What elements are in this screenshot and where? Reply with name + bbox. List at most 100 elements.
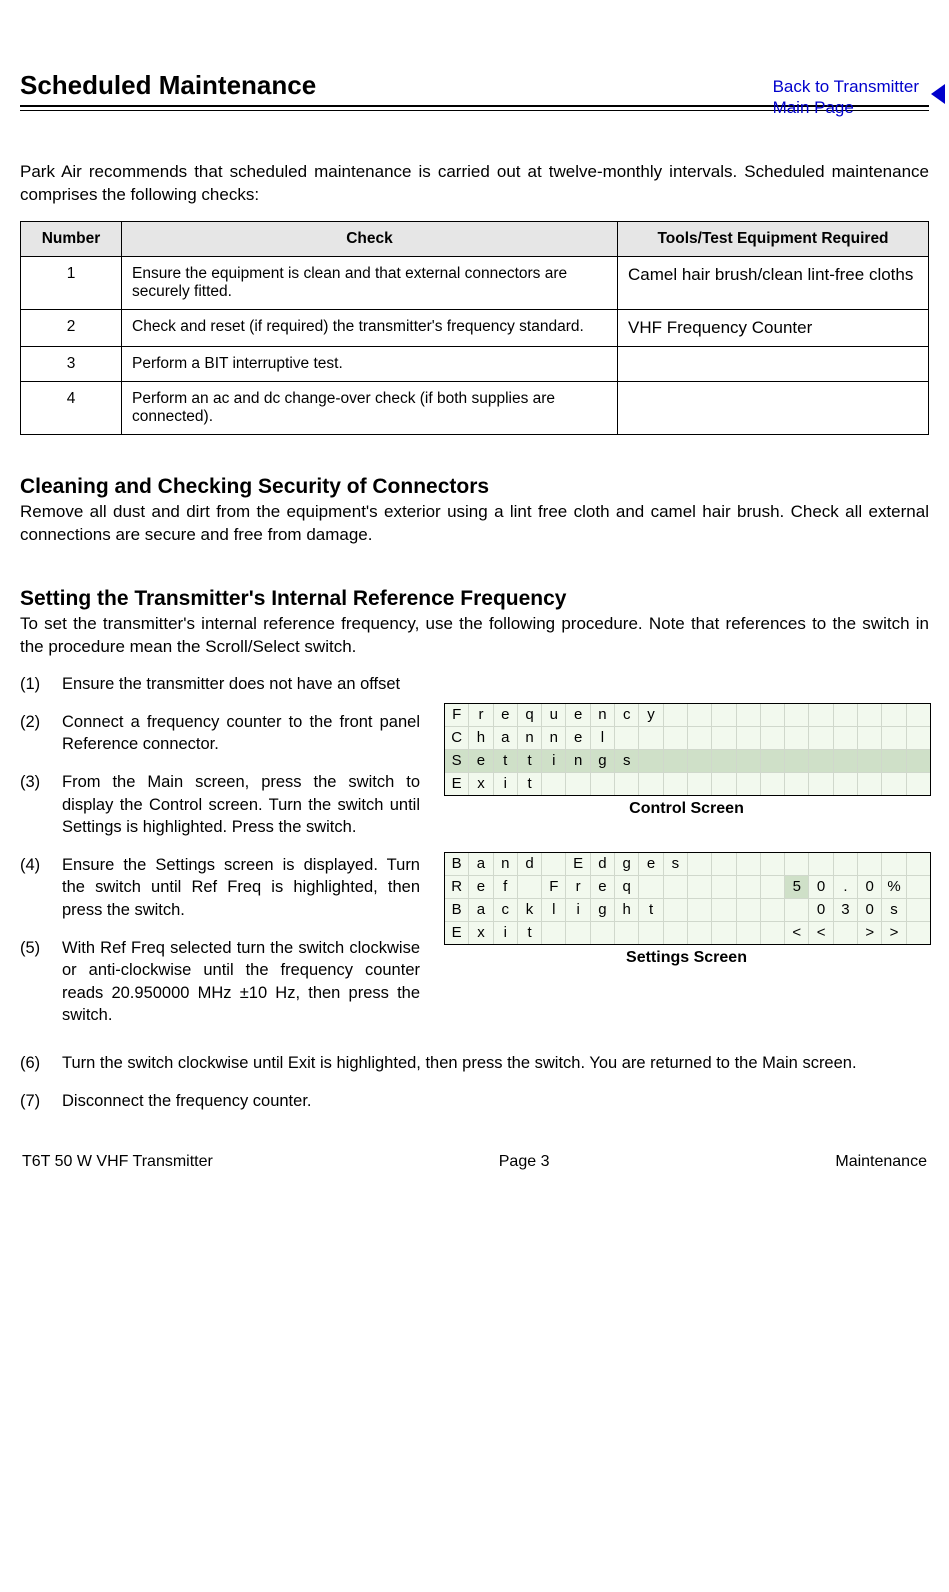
footer-right: Maintenance [835,1153,927,1171]
lcd-cell [737,899,761,921]
lcd-cell [809,853,833,875]
control-screen-label: Control Screen [444,800,929,818]
lcd-cell [809,704,833,726]
lcd-cell: c [615,704,639,726]
step-text: Turn the switch clockwise until Exit is … [62,1052,929,1074]
lcd-cell: E [445,773,469,795]
cell-number: 3 [21,346,122,381]
body-freq: To set the transmitter's internal refere… [20,613,929,659]
maintenance-table: Number Check Tools/Test Equipment Requir… [20,221,929,435]
step-text: Disconnect the frequency counter. [62,1090,929,1112]
lcd-cell: i [542,750,566,772]
lcd-cell: 0 [809,876,833,898]
lcd-cell [907,704,930,726]
lcd-cell: E [566,853,590,875]
lcd-cell [518,876,542,898]
lcd-cell [737,750,761,772]
lcd-cell: i [494,922,518,944]
lcd-cell [712,750,736,772]
lcd-cell: e [566,727,590,749]
lcd-cell [688,853,712,875]
cell-number: 1 [21,256,122,309]
footer-center: Page 3 [499,1153,550,1171]
lcd-row: RefFreq50.0% [445,876,930,899]
lcd-cell: s [615,750,639,772]
lcd-cell [712,876,736,898]
lcd-cell [566,773,590,795]
lcd-cell: n [542,727,566,749]
lcd-cell: n [518,727,542,749]
body-cleaning: Remove all dust and dirt from the equipm… [20,501,929,547]
lcd-cell: h [469,727,493,749]
procedure-steps-left: (1)Ensure the transmitter does not have … [20,673,420,1042]
lcd-cell: e [469,876,493,898]
lcd-cell [664,922,688,944]
lcd-cell: t [494,750,518,772]
lcd-cell [639,750,663,772]
lcd-cell [882,773,906,795]
lcd-cell [737,704,761,726]
cell-check: Check and reset (if required) the transm… [122,309,618,346]
lcd-cell: n [494,853,518,875]
lcd-cell [809,727,833,749]
lcd-cell: F [542,876,566,898]
lcd-cell: n [591,704,615,726]
lcd-cell [907,773,930,795]
cell-tools [618,346,929,381]
lcd-cell [785,727,809,749]
cell-check: Ensure the equipment is clean and that e… [122,256,618,309]
lcd-cell: i [494,773,518,795]
lcd-cell [712,704,736,726]
step-number: (7) [20,1090,62,1112]
lcd-cell [591,922,615,944]
lcd-cell: 0 [858,899,882,921]
lcd-cell [785,773,809,795]
lcd-cell: 5 [785,876,809,898]
lcd-cell [809,773,833,795]
step-text: From the Main screen, press the switch t… [62,771,420,838]
lcd-cell: r [469,704,493,726]
lcd-cell: x [469,773,493,795]
lcd-cell: % [882,876,906,898]
lcd-cell [882,853,906,875]
lcd-row: Backlight030s [445,899,930,922]
lcd-cell [615,727,639,749]
lcd-cell [882,727,906,749]
lcd-cell: < [785,922,809,944]
lcd-cell [761,899,785,921]
lcd-cell: g [591,750,615,772]
procedure-steps-full: (6)Turn the switch clockwise until Exit … [20,1052,929,1113]
lcd-cell: u [542,704,566,726]
back-link-line2: Main Page [773,98,854,117]
step-number: (4) [20,854,62,921]
lcd-cell: d [591,853,615,875]
lcd-cell: t [518,750,542,772]
lcd-cell: c [494,899,518,921]
lcd-cell [834,853,858,875]
cell-tools [618,381,929,434]
step-number: (2) [20,711,62,756]
lcd-cell [688,750,712,772]
lcd-cell: n [566,750,590,772]
lcd-cell [615,922,639,944]
lcd-cell: a [494,727,518,749]
lcd-cell: l [591,727,615,749]
back-link[interactable]: Back to Transmitter Main Page [773,76,919,119]
lcd-row: BandEdges [445,853,930,876]
table-row: 1Ensure the equipment is clean and that … [21,256,929,309]
lcd-cell [907,899,930,921]
back-arrow-icon[interactable] [931,84,945,104]
lcd-cell [566,922,590,944]
lcd-cell [712,899,736,921]
lcd-cell: > [858,922,882,944]
table-row: 4Perform an ac and dc change-over check … [21,381,929,434]
procedure-step: (4)Ensure the Settings screen is display… [20,854,420,921]
heading-cleaning: Cleaning and Checking Security of Connec… [20,475,929,499]
lcd-cell: e [591,876,615,898]
lcd-cell: k [518,899,542,921]
procedure-step: (7)Disconnect the frequency counter. [20,1090,929,1112]
procedure-step: (3)From the Main screen, press the switc… [20,771,420,838]
lcd-cell [664,727,688,749]
lcd-cell [737,922,761,944]
step-number: (3) [20,771,62,838]
